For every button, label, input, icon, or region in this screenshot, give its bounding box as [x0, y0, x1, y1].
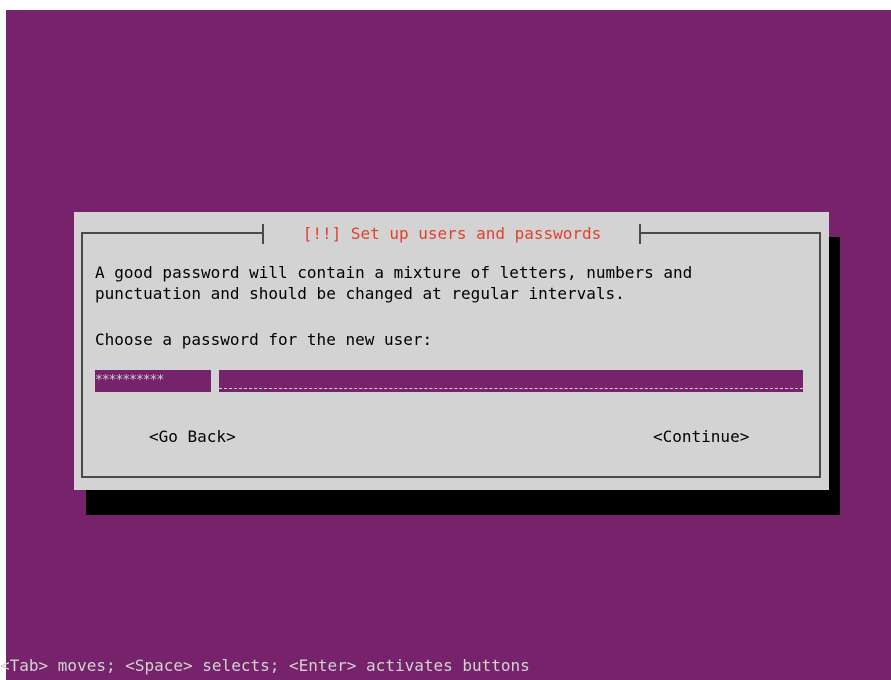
- password-mask: **********: [95, 370, 211, 392]
- installer-screen: [!!] Set up users and passwords A good p…: [6, 10, 891, 680]
- description-line: A good password will contain a mixture o…: [95, 263, 693, 282]
- description-line: punctuation and should be changed at reg…: [95, 284, 625, 303]
- text-cursor: [211, 370, 219, 392]
- password-prompt: Choose a password for the new user:: [95, 330, 433, 349]
- input-underline: [219, 388, 803, 389]
- frame-top-left-line: [81, 232, 264, 234]
- dialog-title: [!!] Set up users and passwords: [302, 224, 602, 243]
- setup-users-dialog: [!!] Set up users and passwords A good p…: [74, 212, 829, 490]
- password-input[interactable]: **********: [95, 370, 803, 392]
- frame-top-right-line: [641, 232, 821, 234]
- continue-button[interactable]: <Continue>: [653, 426, 749, 447]
- go-back-button[interactable]: <Go Back>: [149, 426, 236, 447]
- keyboard-help-bar: <Tab> moves; <Space> selects; <Enter> ac…: [0, 656, 530, 675]
- title-right-tick: [639, 224, 641, 244]
- dialog-description: A good password will contain a mixture o…: [95, 262, 805, 304]
- title-left-tick: [262, 224, 264, 244]
